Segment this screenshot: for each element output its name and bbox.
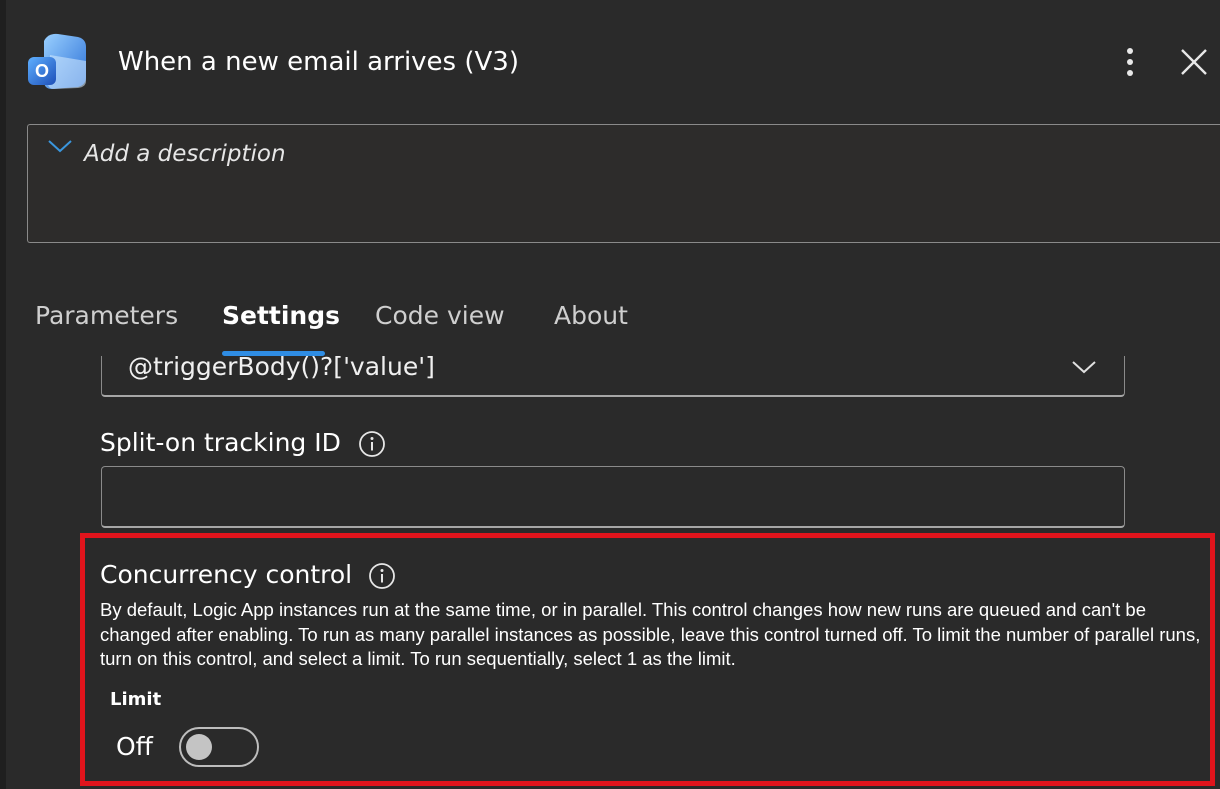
toggle-knob [186, 734, 212, 760]
tracking-id-input[interactable] [101, 466, 1125, 528]
concurrency-description: By default, Logic App instances run at t… [100, 599, 1201, 669]
left-edge-strip [0, 0, 6, 789]
tracking-id-label: Split-on tracking ID [100, 428, 341, 457]
info-icon[interactable] [368, 562, 396, 590]
chevron-down-icon[interactable] [1070, 358, 1098, 376]
close-icon[interactable] [1172, 40, 1216, 84]
tab-about[interactable]: About [554, 298, 628, 334]
tab-parameters[interactable]: Parameters [35, 298, 178, 334]
limit-label: Limit [110, 689, 162, 710]
svg-text:O: O [35, 61, 49, 81]
limit-toggle[interactable] [179, 727, 259, 767]
info-icon[interactable] [358, 430, 386, 458]
concurrency-title: Concurrency control [100, 560, 353, 589]
split-on-value: @triggerBody()?['value'] [128, 356, 435, 381]
tab-settings[interactable]: Settings [222, 298, 340, 334]
description-placeholder: Add a description [84, 141, 286, 167]
split-on-dropdown[interactable]: @triggerBody()?['value'] [101, 356, 1125, 397]
tab-code-view[interactable]: Code view [375, 298, 505, 334]
more-vertical-icon [1127, 48, 1133, 54]
page-title: When a new email arrives (V3) [118, 47, 519, 77]
more-options-button[interactable] [1112, 42, 1148, 82]
outlook-icon: O [28, 33, 86, 89]
chevron-down-icon[interactable] [46, 137, 74, 155]
description-field[interactable]: Add a description [27, 124, 1220, 243]
toggle-state-label: Off [116, 732, 153, 761]
